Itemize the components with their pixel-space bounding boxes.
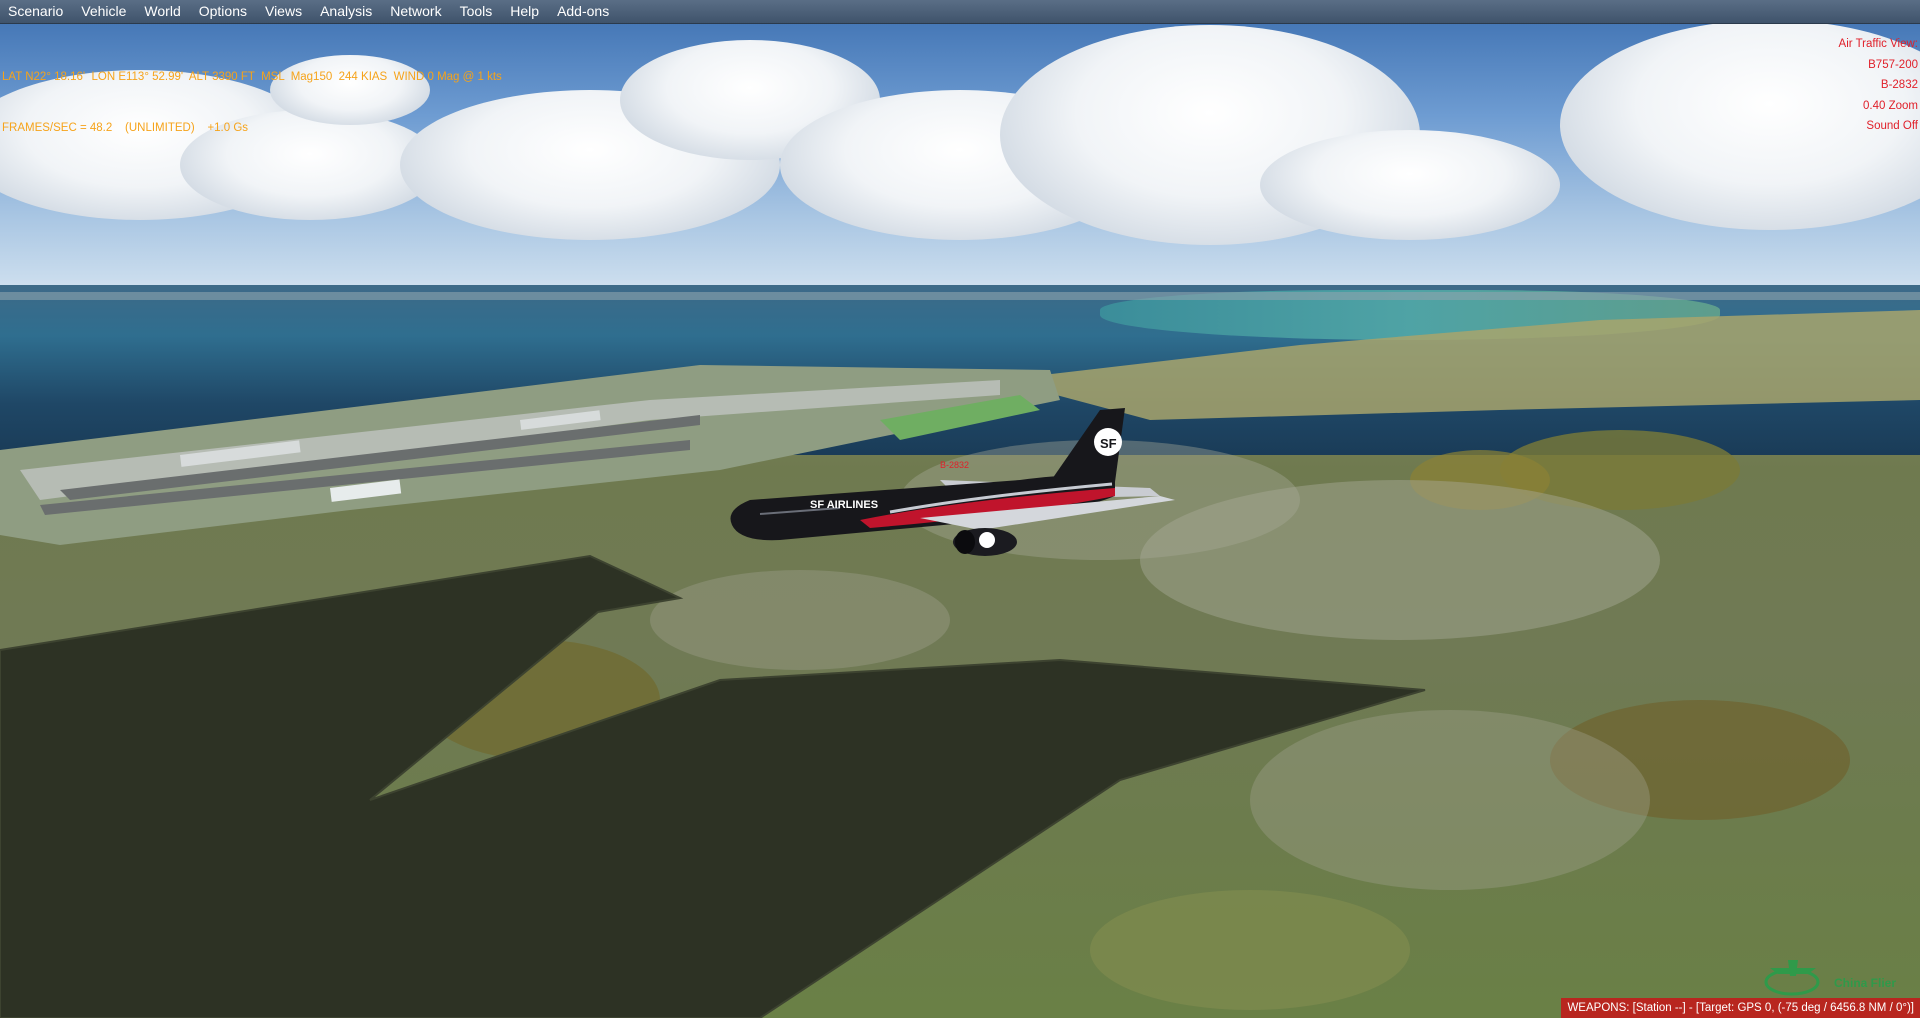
menu-views[interactable]: Views: [257, 0, 312, 23]
hud-position-line: LAT N22° 18.16' LON E113° 52.99' ALT 339…: [2, 71, 502, 83]
svg-text:SF: SF: [1100, 436, 1117, 451]
menu-vehicle[interactable]: Vehicle: [73, 0, 136, 23]
view-info: Air Traffic View: B757-200 B-2832 0.40 Z…: [1839, 34, 1918, 137]
menu-tools[interactable]: Tools: [452, 0, 503, 23]
hud-performance-line: FRAMES/SEC = 48.2 (UNLIMITED) +1.0 Gs: [2, 122, 249, 134]
aircraft-type: B757-200: [1868, 58, 1918, 71]
menu-network[interactable]: Network: [382, 0, 451, 23]
weapons-status-bar: WEAPONS: [Station --] - [Target: GPS 0, …: [1561, 998, 1920, 1018]
hud-info: LAT N22° 18.16' LON E113° 52.99' ALT 339…: [2, 35, 502, 154]
menu-help[interactable]: Help: [502, 0, 549, 23]
view-title: Air Traffic View:: [1838, 38, 1918, 50]
menu-bar: Scenario Vehicle World Options Views Ana…: [0, 0, 1920, 24]
menu-scenario[interactable]: Scenario: [0, 0, 73, 23]
menu-analysis[interactable]: Analysis: [312, 0, 382, 23]
aircraft-registration: B-2832: [1880, 79, 1918, 91]
aircraft-label: B-2832: [940, 460, 970, 470]
livery-text: SF AIRLINES: [810, 499, 878, 511]
aircraft-b757: SF SF AIRLINES: [730, 408, 1175, 556]
watermark-text: China Flier: [1834, 976, 1897, 990]
zoom-level: 0.40 Zoom: [1863, 99, 1918, 112]
menu-world[interactable]: World: [136, 0, 190, 23]
menu-addons[interactable]: Add-ons: [549, 0, 619, 23]
sound-status: Sound Off: [1866, 120, 1918, 132]
menu-options[interactable]: Options: [191, 0, 257, 23]
